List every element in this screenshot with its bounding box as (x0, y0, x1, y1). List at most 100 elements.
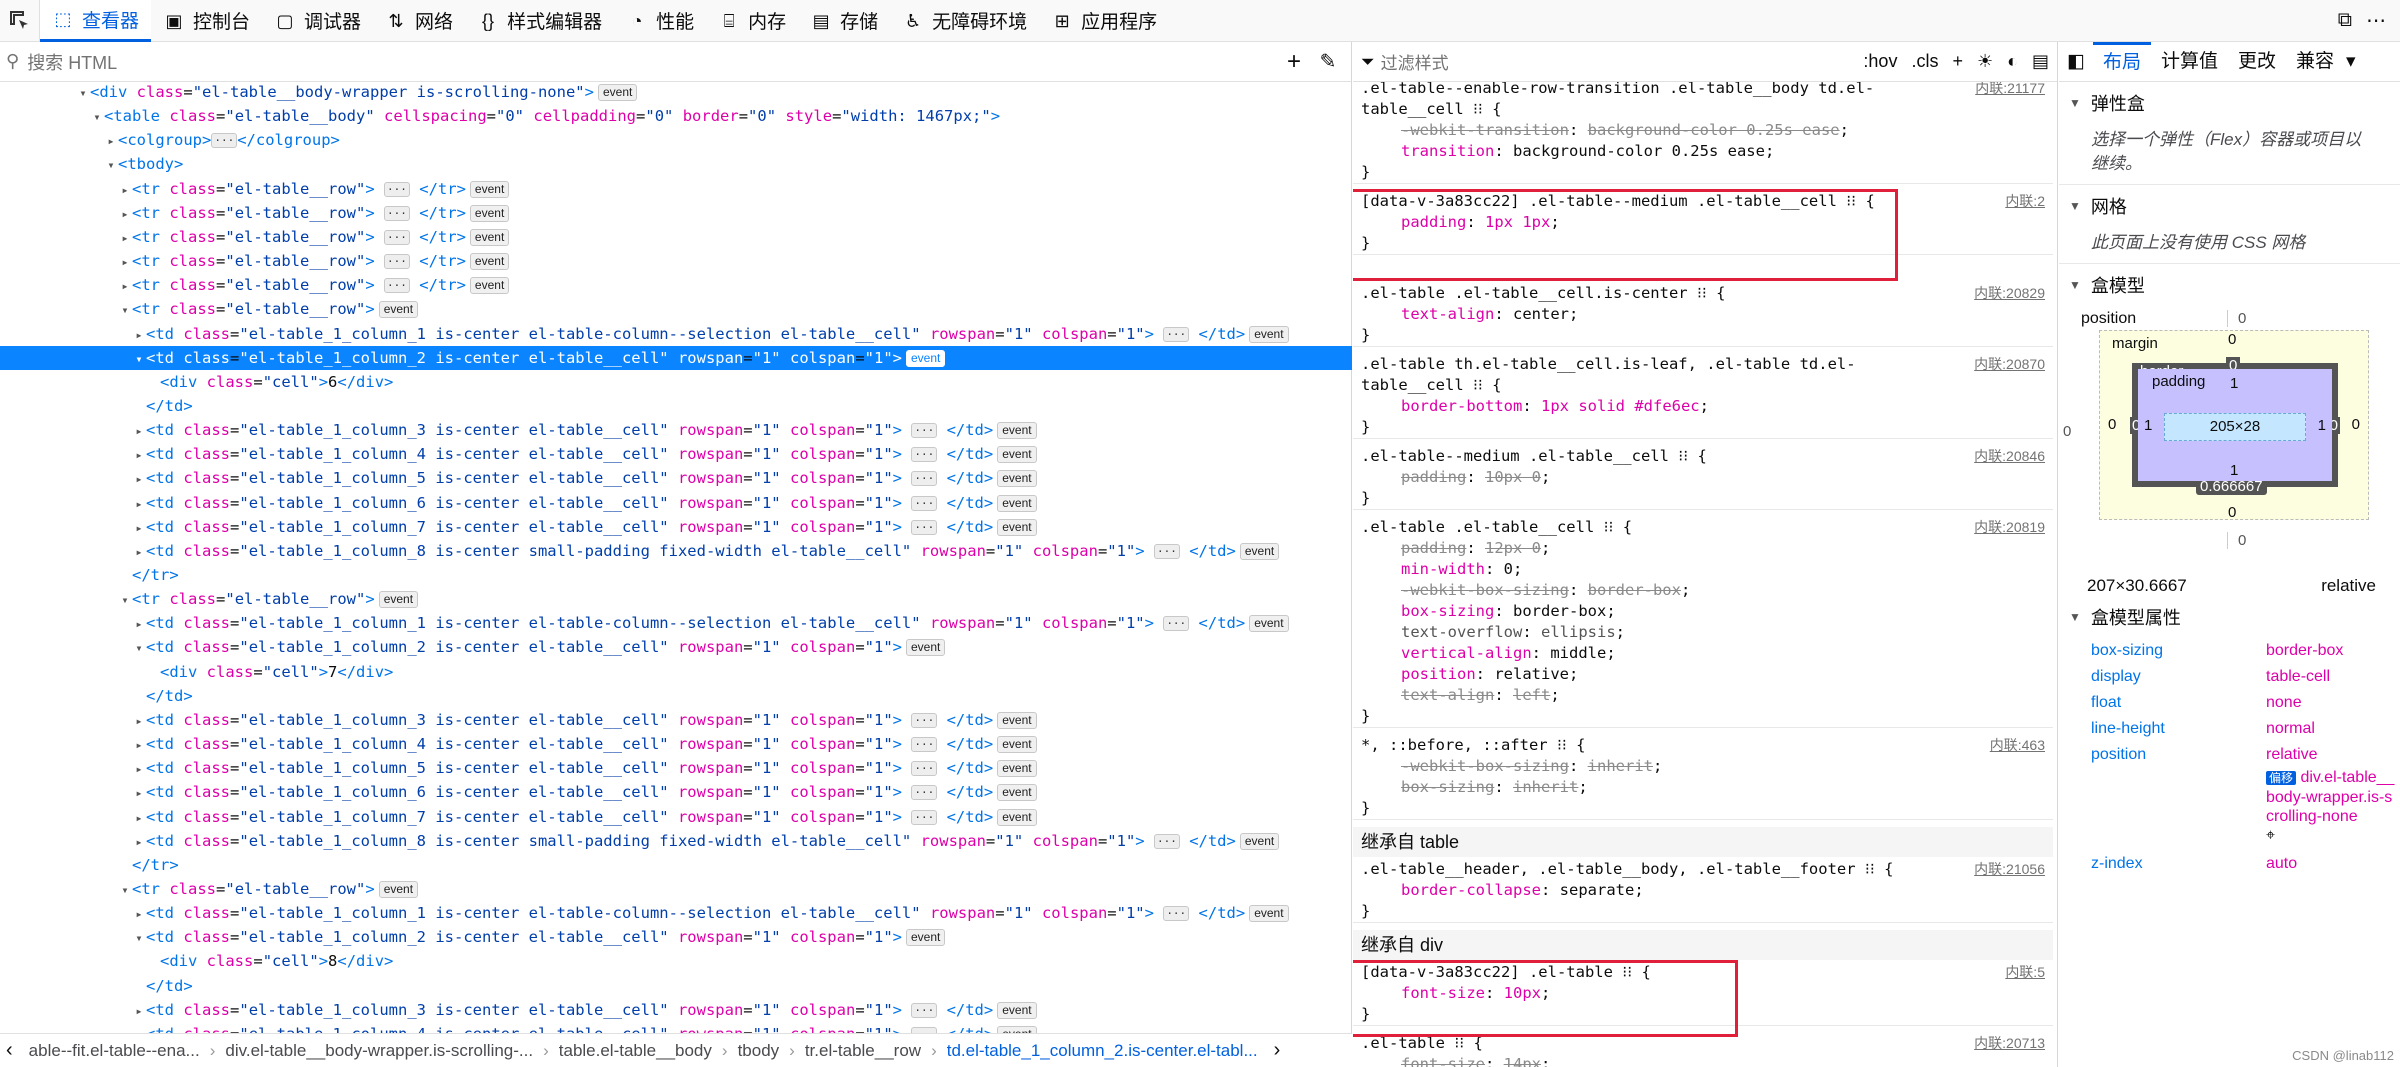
dark-mode-icon[interactable]: ◐ (2007, 51, 2018, 72)
margin-bottom-value[interactable]: 0 (2228, 504, 2236, 521)
markup-node[interactable]: ▾ <table class="el-table__body" cellspaci… (0, 104, 1352, 128)
tab-compatibility[interactable]: 兼容 (2286, 42, 2344, 82)
more-menu-icon[interactable]: ⋯ (2366, 8, 2386, 33)
property-name[interactable]: box-sizing (1401, 778, 1494, 796)
event-badge[interactable]: event (997, 494, 1037, 512)
css-declaration[interactable]: min-width: 0; (1353, 559, 2053, 580)
event-badge[interactable]: event (997, 422, 1037, 440)
tab-network[interactable]: ⇅ 网络 (373, 0, 465, 42)
collapsed-twisty-icon[interactable]: ▸ (132, 757, 146, 781)
markup-node[interactable]: ▸ <td class="el-table_1_column_3 is-cente… (0, 998, 1352, 1022)
tab-debugger[interactable]: ▢ 调试器 (262, 0, 373, 42)
css-declaration[interactable]: border-bottom: 1px solid #dfe6ec; (1353, 396, 2053, 417)
markup-node[interactable]: ▸ <td class="el-table_1_column_6 is-cente… (0, 491, 1352, 515)
collapsed-twisty-icon[interactable]: ▸ (132, 733, 146, 757)
rule-selector[interactable]: .el-table .el-table__cell ⁝⁝ { (1353, 517, 2053, 538)
expanded-twisty-icon[interactable]: ▾ (132, 926, 146, 950)
filter-styles-input[interactable]: 过滤样式 (1381, 49, 1850, 74)
element-picker-button[interactable] (0, 0, 40, 42)
breadcrumb-item[interactable]: table.el-table__body (549, 1041, 722, 1061)
property-name[interactable]: vertical-align (1401, 644, 1532, 662)
breadcrumb-item[interactable]: td.el-table_1_column_2.is-center.el-tabl… (937, 1041, 1268, 1061)
css-declaration[interactable]: text-align: center; (1353, 304, 2053, 325)
expanded-twisty-icon[interactable]: ▾ (118, 878, 132, 902)
markup-node[interactable]: </td> (0, 394, 1352, 418)
search-input[interactable]: 搜索 HTML (27, 49, 1277, 75)
tab-accessibility[interactable]: ♿ 无障碍环境 (890, 0, 1039, 42)
breadcrumb-scroll-left-icon[interactable]: ‹ (0, 1039, 19, 1062)
markup-node[interactable]: ▸ <td class="el-table_1_column_1 is-cente… (0, 322, 1352, 346)
tab-inspector[interactable]: ⬚ 查看器 (40, 0, 152, 42)
collapsed-twisty-icon[interactable]: ▸ (132, 443, 146, 467)
rule-source-link[interactable]: 内联:20829 (1974, 283, 2045, 304)
markup-node[interactable]: ▸<td class="el-table_1_column_4 is-cente… (0, 732, 1352, 756)
rule-selector[interactable]: .el-table--medium .el-table__cell ⁝⁝ { (1353, 446, 2053, 467)
breadcrumb-item[interactable]: tbody (728, 1041, 790, 1061)
collapsed-twisty-icon[interactable]: ▸ (132, 806, 146, 830)
markup-node[interactable]: ▸ <tr class="el-table__row"> ··· </tr> eve… (0, 249, 1352, 273)
property-value[interactable]: border-box (1588, 581, 1681, 599)
breadcrumb-item[interactable]: div.el-table__body-wrapper.is-scrolling-… (215, 1041, 543, 1061)
event-badge[interactable]: event (1239, 832, 1280, 850)
property-name[interactable]: padding (1401, 539, 1466, 557)
css-declaration[interactable]: box-sizing: border-box; (1353, 601, 2053, 622)
collapsed-twisty-icon[interactable]: ▸ (118, 250, 132, 274)
padding-bottom-value[interactable]: 1 (2230, 462, 2238, 479)
markup-node[interactable]: <div class="cell">8</div> (0, 949, 1352, 973)
property-name[interactable]: text-overflow (1401, 623, 1522, 641)
css-declaration[interactable]: -webkit-box-sizing: border-box; (1353, 580, 2053, 601)
markup-node[interactable]: ▸ <td class="el-table_1_column_1 is-cente… (0, 611, 1352, 635)
event-badge[interactable]: event (469, 228, 510, 246)
markup-node[interactable]: ▸ <td class="el-table_1_column_6 is-cente… (0, 780, 1352, 804)
property-name[interactable]: text-align (1401, 686, 1494, 704)
event-badge[interactable]: event (997, 784, 1037, 802)
markup-node[interactable]: ▸ <td class="el-table_1_column_8 is-cente… (0, 829, 1352, 853)
event-badge[interactable]: event (997, 446, 1037, 464)
collapsed-twisty-icon[interactable]: ▸ (132, 467, 146, 491)
rule-source-link[interactable]: 内联:21056 (1974, 859, 2045, 880)
rule-source-link[interactable]: 内联:20713 (1974, 1033, 2045, 1054)
css-declaration[interactable]: padding: 10px 0; (1353, 467, 2053, 488)
rule-selector[interactable]: .el-table .el-table__cell.is-center ⁝⁝ { (1353, 283, 2053, 304)
tab-style-editor[interactable]: {} 样式编辑器 (465, 0, 614, 42)
rule-selector[interactable]: [data-v-3a83cc22] .el-table--medium .el-… (1353, 191, 2053, 212)
property-value[interactable]: left (1513, 686, 1550, 704)
markup-node[interactable]: ▾ <td class="el-table_1_column_2 is-cente… (0, 925, 1352, 949)
rule-source-link[interactable]: 内联:20870 (1974, 354, 2045, 375)
markup-node[interactable]: ▸ <td class="el-table_1_column_7 is-cente… (0, 805, 1352, 829)
markup-node[interactable]: <div class="cell">7</div> (0, 660, 1352, 684)
property-value[interactable]: background-color 0.25s ease (1513, 142, 1765, 160)
markup-node[interactable]: ▸ <tr class="el-table__row"> ··· </tr> eve… (0, 273, 1352, 297)
event-badge[interactable]: event (1249, 905, 1289, 923)
tab-computed[interactable]: 计算值 (2151, 42, 2228, 82)
property-name[interactable]: border-collapse (1401, 881, 1541, 899)
markup-node[interactable]: </tr> (0, 563, 1352, 587)
markup-node[interactable]: ▸ <td class="el-table_1_column_3 is-cente… (0, 418, 1352, 442)
markup-node[interactable]: ▸<td class="el-table_1_column_4 is-cente… (0, 442, 1352, 466)
print-media-icon[interactable]: ▤ (2032, 51, 2049, 72)
content-size[interactable]: 205×28 (2210, 418, 2260, 435)
markup-node[interactable]: ▾ <tbody> (0, 152, 1352, 176)
dock-icon[interactable]: ⧉ (2338, 9, 2352, 32)
property-value[interactable]: middle (1550, 644, 1606, 662)
tab-layout[interactable]: 布局 (2092, 41, 2151, 82)
property-value[interactable]: 10px (1504, 984, 1541, 1002)
property-value[interactable]: 0 (1504, 560, 1513, 578)
css-declaration[interactable]: text-overflow: ellipsis; (1353, 622, 2053, 643)
event-badge[interactable]: event (906, 929, 946, 947)
collapsed-twisty-icon[interactable]: ▸ (132, 323, 146, 347)
property-name[interactable]: font-size (1401, 984, 1485, 1002)
markup-node[interactable]: ▾ <td class="el-table_1_column_2 is-cente… (0, 635, 1352, 659)
css-declaration[interactable]: padding: 12px 0; (1353, 538, 2053, 559)
collapsed-twisty-icon[interactable]: ▸ (132, 516, 146, 540)
collapsed-twisty-icon[interactable]: ▸ (118, 178, 132, 202)
rule-selector[interactable]: *, ::before, ::after ⁝⁝ { (1353, 735, 2053, 756)
tab-application[interactable]: ⊞ 应用程序 (1039, 0, 1169, 42)
event-badge[interactable]: event (1239, 542, 1280, 560)
event-badge[interactable]: event (997, 518, 1037, 536)
markup-node[interactable]: ▸ <tr class="el-table__row"> ··· </tr> eve… (0, 225, 1352, 249)
tab-memory[interactable]: ⌸ 内存 (706, 0, 798, 42)
grid-section-header[interactable]: ▼ 网格 (2059, 184, 2400, 227)
collapsed-twisty-icon[interactable]: ▸ (118, 202, 132, 226)
rule-source-link[interactable]: 内联:463 (1990, 735, 2045, 756)
